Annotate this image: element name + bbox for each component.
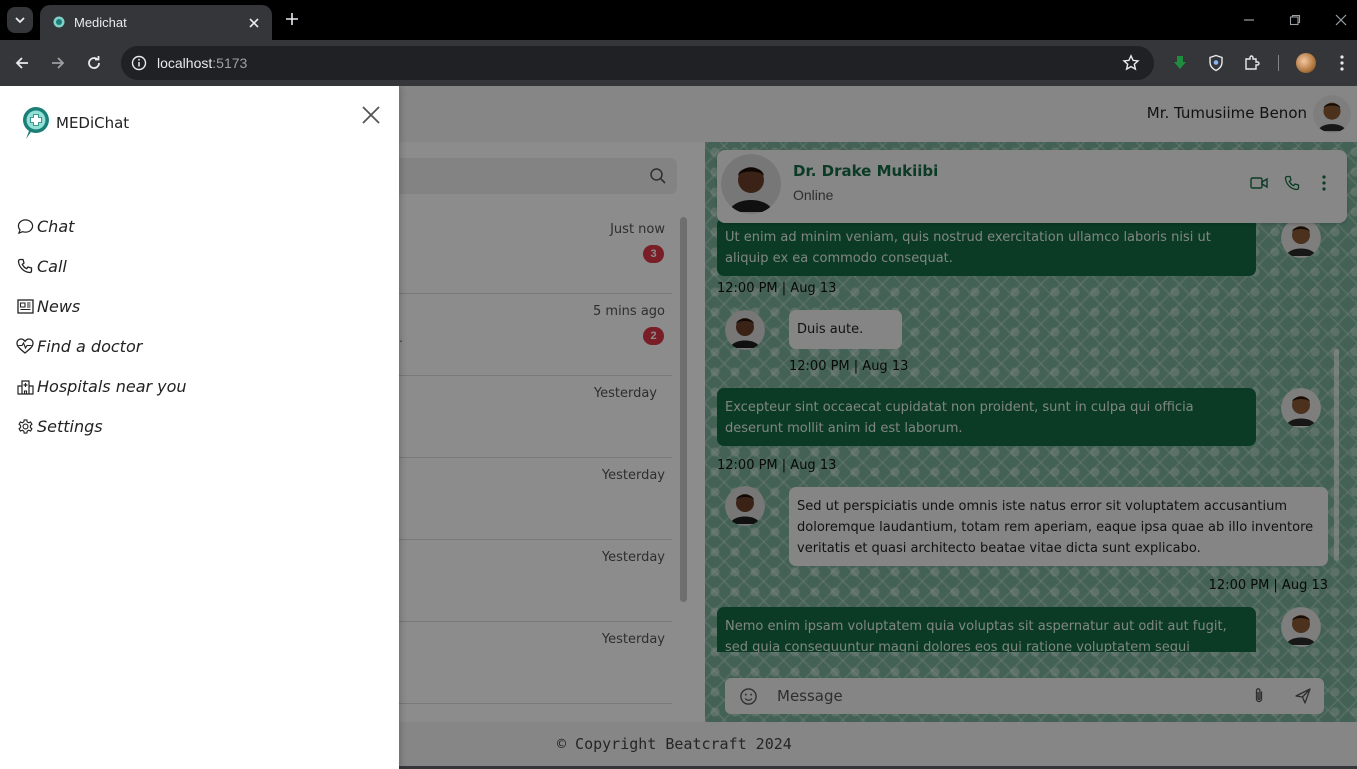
nav-item-call[interactable]: Call	[16, 246, 187, 286]
gear-icon	[16, 417, 34, 435]
newspaper-icon	[16, 297, 34, 315]
chat-bubble-icon	[16, 217, 34, 235]
nav-label: Chat	[37, 216, 75, 236]
nav-label: Call	[37, 256, 67, 276]
nav-item-find-doctor[interactable]: Find a doctor	[16, 326, 187, 366]
app-viewport: Mr. Tumusiime Benon Just now 3 5 mins ag…	[0, 86, 1357, 769]
close-icon	[249, 17, 259, 28]
nav-item-news[interactable]: News	[16, 286, 187, 326]
medichat-logo-icon	[23, 107, 49, 139]
minimize-button[interactable]	[1241, 12, 1257, 28]
bookmark-star-icon[interactable]	[1122, 54, 1140, 72]
nav-label: News	[37, 296, 81, 316]
site-info-icon[interactable]	[131, 55, 147, 71]
close-icon[interactable]	[361, 105, 381, 125]
brand-name: MEDiChat	[56, 114, 130, 132]
extension-download-button[interactable]	[1170, 53, 1190, 73]
kebab-menu-icon	[1340, 55, 1344, 71]
reload-icon	[88, 56, 100, 69]
phone-icon	[16, 257, 34, 275]
minimize-icon	[1244, 19, 1254, 21]
heart-pulse-icon	[16, 337, 34, 355]
url-port: :5173	[212, 55, 248, 71]
profile-avatar[interactable]	[1296, 53, 1316, 73]
brand[interactable]: MEDiChat	[22, 106, 129, 140]
nav-label: Hospitals near you	[37, 376, 187, 396]
extensions-button[interactable]	[1242, 53, 1262, 73]
new-tab-button[interactable]	[283, 10, 301, 28]
nav-label: Find a doctor	[37, 336, 143, 356]
shield-icon	[1209, 54, 1223, 72]
tab-title: Medichat	[74, 15, 127, 30]
download-arrow-icon	[1174, 56, 1186, 69]
arrow-left-icon	[15, 57, 28, 69]
close-window-button[interactable]	[1333, 12, 1349, 28]
restore-button[interactable]	[1287, 12, 1303, 28]
toolbar-separator	[1278, 55, 1279, 71]
reload-button[interactable]	[83, 52, 105, 74]
tab-search-button[interactable]	[7, 7, 33, 33]
drawer-nav: Chat Call News Find a doctor Hospitals n…	[16, 206, 187, 446]
browser-tab[interactable]: Medichat	[40, 5, 272, 40]
address-bar[interactable]: localhost:5173	[121, 46, 1154, 80]
plus-icon	[286, 13, 298, 25]
nav-item-chat[interactable]: Chat	[16, 206, 187, 246]
extension-shield-button[interactable]	[1206, 53, 1226, 73]
restore-icon	[1289, 14, 1301, 26]
url-host: localhost	[157, 55, 213, 71]
nav-label: Settings	[37, 416, 103, 436]
puzzle-icon	[1245, 55, 1260, 70]
hospital-icon	[16, 377, 34, 395]
chevron-down-icon	[15, 17, 25, 24]
browser-tab-strip: Medichat	[0, 0, 1357, 40]
medichat-favicon-icon	[53, 16, 65, 27]
nav-item-settings[interactable]: Settings	[16, 406, 187, 446]
back-button[interactable]	[11, 52, 33, 74]
nav-item-hospitals[interactable]: Hospitals near you	[16, 366, 187, 406]
forward-button[interactable]	[47, 52, 69, 74]
tab-close-button[interactable]	[246, 15, 262, 31]
browser-toolbar: localhost:5173	[0, 40, 1357, 86]
browser-menu-button[interactable]	[1332, 53, 1352, 73]
arrow-right-icon	[52, 57, 65, 69]
nav-drawer: MEDiChat Chat Call News Find a doctor Ho…	[0, 86, 399, 769]
close-icon	[1335, 14, 1347, 26]
